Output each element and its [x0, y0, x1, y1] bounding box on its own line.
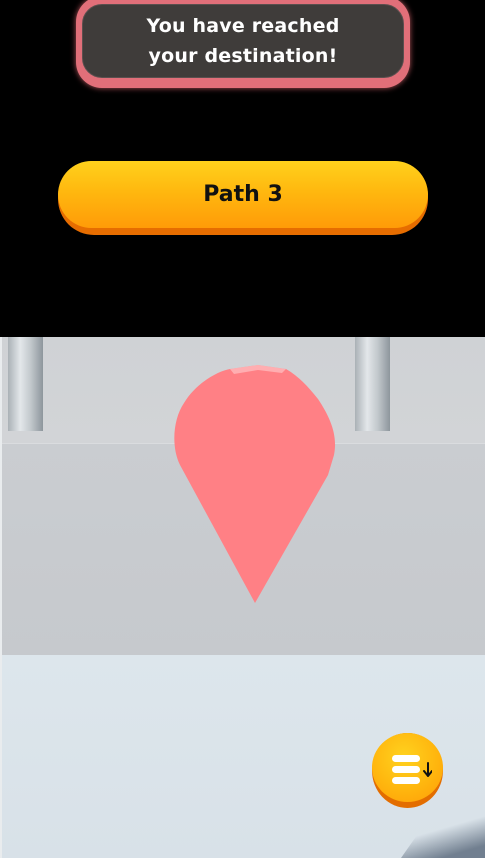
location-pin-icon: [174, 365, 336, 603]
destination-notice: You have reached your destination!: [76, 0, 410, 88]
path-button-label: Path 3: [203, 182, 283, 207]
path-button-face[interactable]: Path 3: [58, 161, 428, 228]
path-button[interactable]: Path 3: [58, 161, 428, 235]
notice-panel: You have reached your destination!: [82, 4, 404, 78]
menu-download-icon: [392, 755, 432, 784]
game-view: You have reached your destination! Path …: [0, 0, 485, 858]
floor-shadow: [393, 808, 485, 858]
wall-edge: [0, 337, 2, 858]
pillar-left: [8, 337, 43, 431]
menu-button[interactable]: [372, 733, 443, 808]
menu-button-face[interactable]: [372, 733, 443, 802]
pillar-right: [355, 337, 390, 431]
notice-message: You have reached your destination!: [146, 15, 340, 67]
